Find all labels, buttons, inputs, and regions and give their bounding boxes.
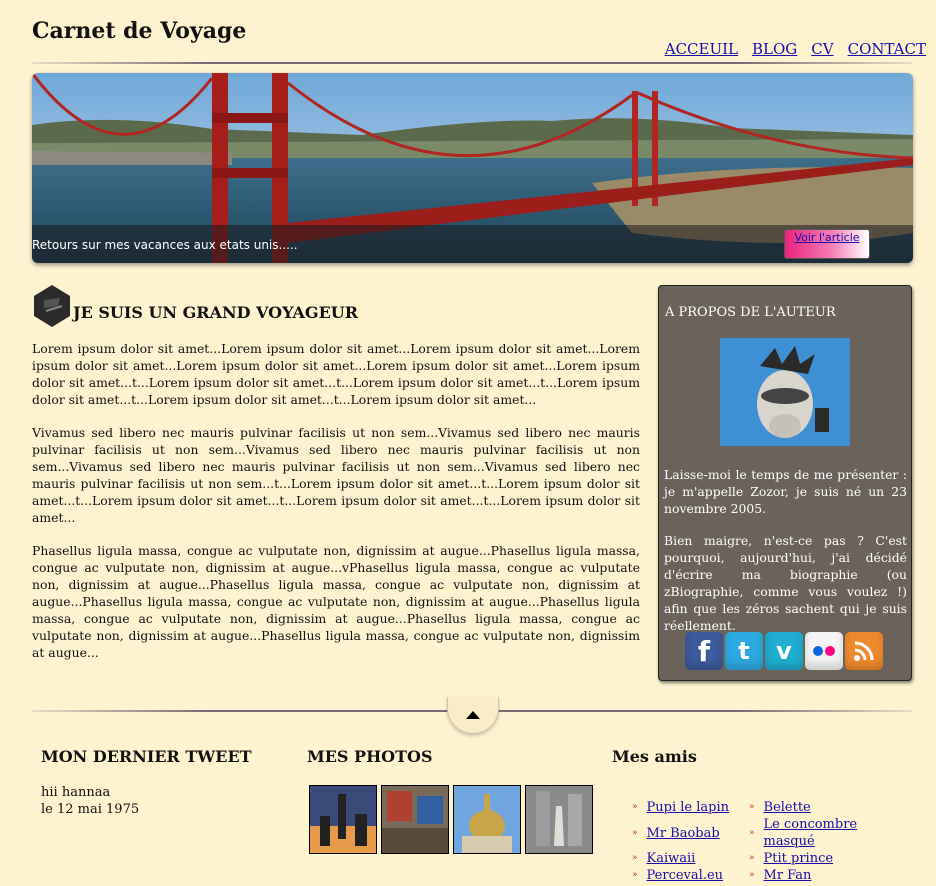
article-title: JE SUIS UN GRAND VOYAGEUR [73, 303, 359, 322]
about-text: Laisse-moi le temps de me présenter : je… [664, 466, 907, 649]
friend-item: » Perceval.eu [632, 867, 749, 884]
friend-link[interactable]: Mr Baobab [647, 825, 720, 842]
nav-link-blog[interactable]: BLOG [752, 40, 797, 58]
friend-link[interactable]: Le concombre masqué [764, 816, 909, 850]
tweet-title: MON DERNIER TWEET [41, 747, 252, 766]
bullet-icon: » [632, 827, 638, 838]
nav-link-cv[interactable]: CV [811, 40, 833, 58]
about-paragraph: Laisse-moi le temps de me présenter : je… [664, 467, 907, 516]
bullet-icon: » [632, 870, 638, 880]
site-title: Carnet de Voyage [32, 18, 247, 44]
rss-icon[interactable] [845, 632, 883, 670]
friend-link[interactable]: Ptit prince [764, 850, 834, 867]
flickr-icon[interactable] [805, 632, 843, 670]
author-avatar [720, 338, 850, 446]
article-paragraph: Vivamus sed libero nec mauris pulvinar f… [32, 425, 640, 525]
bullet-icon: » [632, 802, 638, 812]
friend-item: » Belette [749, 799, 909, 816]
tweet: hii hannaa le 12 mai 1975 [41, 784, 139, 818]
read-article-button[interactable]: Voir l'article [784, 229, 870, 259]
friend-item: » Ptit prince [749, 850, 909, 867]
about-paragraph: Bien maigre, n'est-ce pas ? C'est pourqu… [664, 533, 907, 633]
friend-link[interactable]: Kaiwaii [647, 850, 696, 867]
up-arrow-icon [466, 711, 480, 719]
photo-gallery [309, 785, 593, 854]
photo-thumbnail[interactable] [381, 785, 449, 854]
social-links: f t v [685, 632, 883, 670]
friends-list: » Pupi le lapin » Belette » Mr Baobab » Le c… [632, 799, 909, 884]
twitter-icon[interactable]: t [725, 632, 763, 670]
friend-item: » Mr Baobab [632, 816, 749, 850]
tweet-text: hii hannaa [41, 785, 111, 800]
about-author-box: A PROPOS DE L'AUTEUR Laisse-moi le temps… [658, 285, 912, 681]
friend-item: » Pupi le lapin [632, 799, 749, 816]
about-title: A PROPOS DE L'AUTEUR [665, 305, 836, 320]
photos-title: MES PHOTOS [307, 747, 433, 766]
bullet-icon: » [749, 853, 755, 863]
friend-item: » Mr Fan [749, 867, 909, 884]
vimeo-icon[interactable]: v [765, 632, 803, 670]
nav-link-accueil[interactable]: ACCEUIL [665, 40, 738, 58]
article-body: Lorem ipsum dolor sit amet...Lorem ipsum… [32, 340, 640, 677]
nav-link-contact[interactable]: CONTACT [848, 40, 926, 58]
friends-title: Mes amis [612, 747, 697, 766]
friend-link[interactable]: Belette [764, 799, 811, 816]
bullet-icon: » [632, 853, 638, 863]
bullet-icon: » [749, 827, 755, 838]
main-nav: ACCEUIL BLOG CV CONTACT [665, 40, 926, 58]
friend-link[interactable]: Pupi le lapin [647, 799, 729, 816]
header-divider [32, 62, 912, 64]
banner-caption: Retours sur mes vacances aux etats unis.… [32, 238, 298, 252]
friend-link[interactable]: Mr Fan [764, 867, 812, 884]
tweet-date: le 12 mai 1975 [41, 802, 140, 817]
article-paragraph: Phasellus ligula massa, congue ac vulput… [32, 543, 640, 660]
facebook-icon[interactable]: f [685, 632, 723, 670]
article-paragraph: Lorem ipsum dolor sit amet...Lorem ipsum… [32, 341, 640, 407]
banner: Retours sur mes vacances aux etats unis.… [32, 73, 913, 263]
friend-item: » Kaiwaii [632, 850, 749, 867]
friend-item: » Le concombre masqué [749, 816, 909, 850]
photo-thumbnail[interactable] [525, 785, 593, 854]
bullet-icon: » [749, 870, 755, 880]
bullet-icon: » [749, 802, 755, 812]
article-icon [34, 285, 70, 327]
friend-link[interactable]: Perceval.eu [647, 867, 724, 884]
photo-thumbnail[interactable] [453, 785, 521, 854]
scroll-to-top-button[interactable] [447, 697, 499, 734]
photo-thumbnail[interactable] [309, 785, 377, 854]
